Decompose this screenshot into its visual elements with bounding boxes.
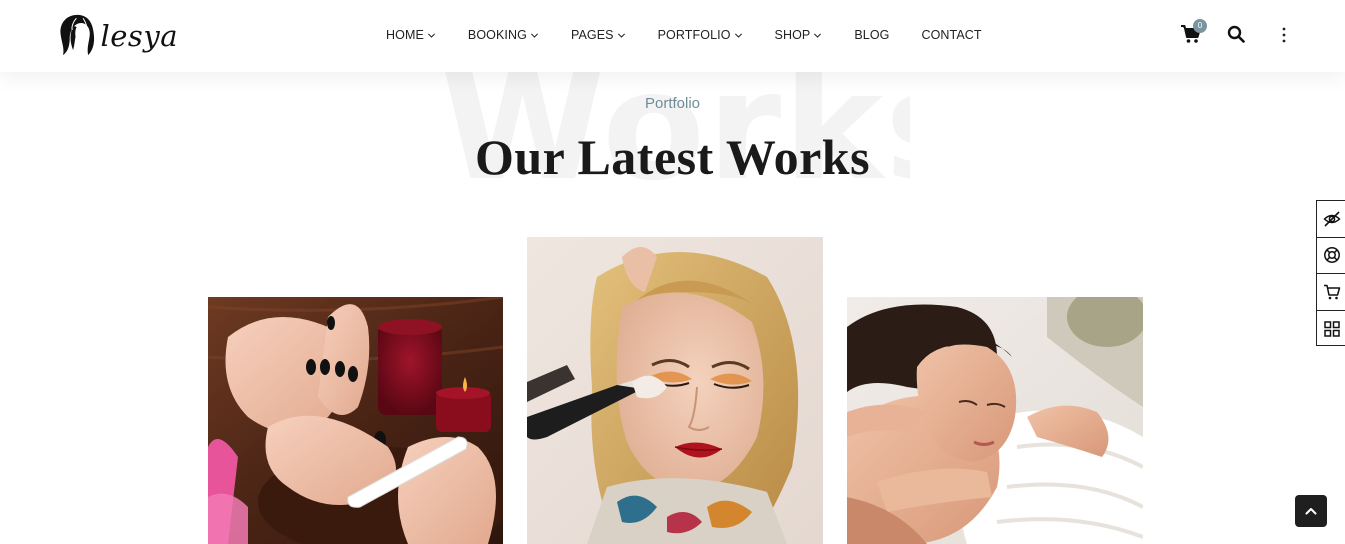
massage-photo	[847, 297, 1143, 544]
grid-icon	[1323, 321, 1340, 337]
main-nav: HOME BOOKING PAGES PORTFOLIO SHOP BLOG C…	[386, 24, 982, 46]
nav-item-label: PAGES	[570, 28, 614, 42]
portfolio-item-manicure[interactable]	[208, 297, 503, 544]
cart-count-badge: 0	[1193, 19, 1207, 33]
chevron-up-icon	[1305, 508, 1317, 515]
nav-item-shop[interactable]: SHOP	[775, 28, 823, 42]
nav-item-contact[interactable]: CONTACT	[921, 28, 981, 42]
nav-item-label: HOME	[386, 28, 424, 42]
side-tool-preview[interactable]	[1317, 201, 1345, 238]
section-subtitle: Portfolio	[644, 95, 701, 112]
site-header: lesya HOME BOOKING PAGES PORTFOLIO SHOP …	[0, 0, 1345, 72]
side-tool-demos[interactable]	[1317, 311, 1345, 348]
site-logo[interactable]: lesya	[58, 8, 178, 62]
portfolio-item-massage[interactable]	[847, 297, 1143, 544]
cart-icon	[1323, 284, 1340, 300]
nav-item-portfolio[interactable]: PORTFOLIO	[658, 28, 743, 42]
back-to-top-button[interactable]	[1295, 495, 1327, 527]
search-icon[interactable]	[1227, 25, 1245, 43]
nav-item-pages[interactable]: PAGES	[571, 28, 626, 42]
eye-slash-icon	[1322, 211, 1341, 227]
nav-item-label: CONTACT	[921, 28, 982, 42]
nav-item-blog[interactable]: BLOG	[854, 28, 889, 42]
nav-item-label: BLOG	[854, 28, 890, 42]
nav-item-label: BOOKING	[467, 28, 527, 42]
side-toolbar	[1316, 200, 1345, 346]
manicure-photo	[208, 297, 503, 544]
chevron-down-icon	[734, 33, 742, 38]
nav-item-home[interactable]: HOME	[386, 28, 436, 42]
chevron-down-icon	[617, 33, 625, 38]
nav-item-booking[interactable]: BOOKING	[468, 28, 539, 42]
section-title: Our Latest Works	[474, 129, 871, 185]
chevron-down-icon	[814, 33, 822, 38]
nav-item-label: PORTFOLIO	[657, 28, 731, 42]
side-tool-support[interactable]	[1317, 238, 1345, 274]
makeup-photo	[527, 237, 823, 544]
nav-item-label: SHOP	[774, 28, 811, 42]
woman-silhouette-logo-icon	[60, 14, 95, 56]
portfolio-item-makeup[interactable]	[527, 237, 823, 544]
chevron-down-icon	[530, 33, 538, 38]
lifebuoy-icon	[1323, 247, 1340, 264]
brand-name: lesya	[100, 19, 178, 53]
side-tool-cart[interactable]	[1317, 274, 1345, 311]
vertical-dots-icon[interactable]	[1276, 26, 1292, 44]
chevron-down-icon	[427, 33, 435, 38]
